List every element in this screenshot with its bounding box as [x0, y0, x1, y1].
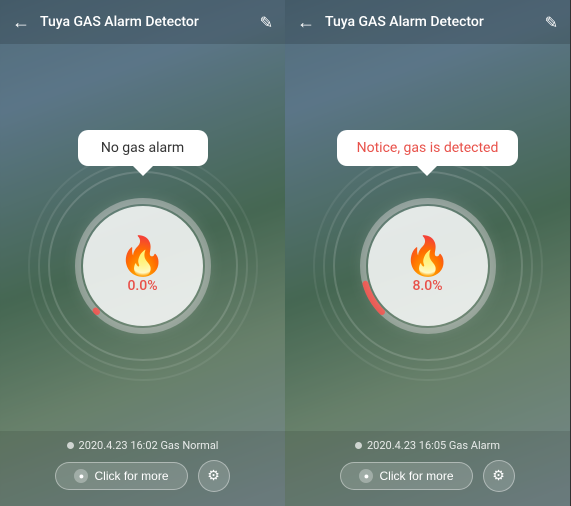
top-bar: ← Tuya GAS Alarm Detector ✎: [0, 0, 285, 44]
status-text: 2020.4.23 16:05 Gas Alarm: [355, 439, 500, 452]
gauge-container: 🔥 8.0%: [348, 186, 508, 346]
click-more-label: Click for more: [94, 469, 168, 483]
page-title: Tuya GAS Alarm Detector: [325, 14, 545, 30]
bullet-icon: ●: [359, 469, 373, 483]
back-button[interactable]: ←: [12, 12, 30, 33]
settings-button[interactable]: ⚙: [483, 460, 515, 492]
click-more-button[interactable]: ● Click for more: [55, 462, 187, 490]
settings-button[interactable]: ⚙: [198, 460, 230, 492]
bottom-buttons: ● Click for more ⚙: [340, 460, 514, 492]
click-more-button[interactable]: ● Click for more: [340, 462, 472, 490]
status-dot: [355, 442, 362, 449]
percentage-value: 8.0%: [412, 278, 442, 294]
status-text: 2020.4.23 16:02 Gas Normal: [67, 439, 219, 452]
flame-icon: 🔥: [404, 238, 451, 276]
top-bar: ← Tuya GAS Alarm Detector ✎: [285, 0, 570, 44]
edit-icon[interactable]: ✎: [260, 13, 273, 32]
panel-normal: ← Tuya GAS Alarm Detector ✎ No gas alarm…: [0, 0, 285, 506]
gauge-container: 🔥 0.0%: [63, 186, 223, 346]
page-title: Tuya GAS Alarm Detector: [40, 14, 260, 30]
main-content: Notice, gas is detected 🔥 8.0%: [285, 44, 570, 431]
settings-icon: ⚙: [207, 468, 220, 484]
status-dot: [67, 442, 74, 449]
flame-icon: 🔥: [119, 238, 166, 276]
bottom-bar: 2020.4.23 16:02 Gas Normal ● Click for m…: [0, 431, 285, 506]
percentage-value: 0.0%: [127, 278, 157, 294]
panel-alarm: ← Tuya GAS Alarm Detector ✎ Notice, gas …: [285, 0, 570, 506]
bottom-buttons: ● Click for more ⚙: [55, 460, 229, 492]
edit-icon[interactable]: ✎: [545, 13, 558, 32]
main-content: No gas alarm 🔥 0.0%: [0, 44, 285, 431]
status-label: 2020.4.23 16:05 Gas Alarm: [367, 439, 500, 452]
settings-icon: ⚙: [492, 468, 505, 484]
bullet-icon: ●: [74, 469, 88, 483]
main-circle: 🔥 8.0%: [368, 206, 488, 326]
status-label: 2020.4.23 16:02 Gas Normal: [79, 439, 219, 452]
bottom-bar: 2020.4.23 16:05 Gas Alarm ● Click for mo…: [285, 431, 570, 506]
back-button[interactable]: ←: [297, 12, 315, 33]
main-circle: 🔥 0.0%: [83, 206, 203, 326]
click-more-label: Click for more: [379, 469, 453, 483]
